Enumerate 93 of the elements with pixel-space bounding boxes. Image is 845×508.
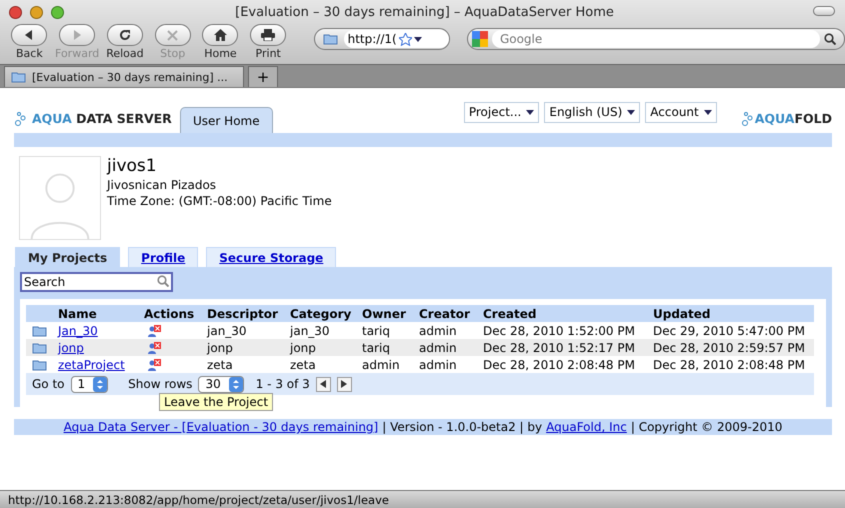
stop-icon	[167, 30, 178, 40]
table-cell-text: admin	[419, 324, 458, 338]
status-bar: http://10.168.2.213:8082/app/home/project/zeta/user/jivos1/leave	[0, 490, 845, 508]
brand-logo-text: AQUAFOLD	[754, 111, 832, 126]
print-button[interactable]: Print	[246, 24, 291, 60]
column-header: Created	[483, 306, 538, 320]
page-range: 1 - 3 of 3	[256, 377, 310, 391]
table-cell-text: admin	[419, 340, 458, 354]
column-header: Descriptor	[207, 306, 279, 320]
column-header: Owner	[362, 306, 407, 320]
person-remove-icon[interactable]	[148, 324, 161, 336]
page-select[interactable]: 1	[70, 376, 108, 392]
app-link[interactable]: Aqua Data Server - [Evaluation - 30 days remaining]	[64, 420, 378, 434]
table-cell-text: jonp	[207, 340, 234, 354]
menu-dropdown[interactable]: Account	[645, 102, 717, 122]
person-remove-icon[interactable]	[148, 358, 161, 370]
home-button[interactable]: Home	[198, 24, 243, 60]
logo-text: AQUA DATA SERVER	[32, 111, 172, 126]
tab[interactable]: My Projects	[15, 247, 120, 267]
window-title: [Evaluation – 30 days remaining] – AquaDataServer Home	[235, 4, 615, 20]
column-header: Updated	[653, 306, 712, 320]
table-cell-text: Dec 28, 2010 2:08:48 PM	[483, 358, 636, 372]
new-tab-button[interactable]: +	[248, 66, 278, 87]
bubbles-icon	[14, 112, 28, 126]
table-cell-text: tariq	[362, 324, 391, 338]
table-cell-text: jonp	[290, 340, 317, 354]
search-icon	[157, 275, 169, 287]
caret-icon	[526, 110, 534, 114]
back-button[interactable]: Back	[7, 24, 52, 60]
project-link[interactable]: zetaProject	[58, 358, 125, 372]
rows-select[interactable]: 30	[198, 376, 244, 392]
reload-button[interactable]: Reload	[102, 24, 148, 60]
table-cell-text: zeta	[290, 358, 317, 372]
stepper-icon[interactable]	[93, 376, 108, 392]
version-text: | Version - 1.0.0-beta2 | by	[382, 420, 542, 434]
folder-icon	[11, 71, 26, 83]
tab[interactable]: Secure Storage	[206, 247, 336, 267]
right-triangle-icon	[341, 380, 348, 388]
table-cell-text: Dec 28, 2010 2:08:48 PM	[653, 358, 806, 372]
username: jivos1	[107, 156, 158, 176]
column-header: Actions	[144, 306, 196, 320]
reload-icon	[118, 29, 131, 41]
stepper-icon[interactable]	[228, 376, 243, 392]
table-cell-text: Dec 29, 2010 5:47:00 PM	[653, 324, 806, 338]
project-link[interactable]: Jan_30	[58, 324, 98, 338]
table-cell-text: jan_30	[290, 324, 331, 338]
column-header: Category	[290, 306, 352, 320]
table-cell-text: admin	[419, 358, 458, 372]
project-link[interactable]: jonp	[58, 340, 84, 354]
folder-icon	[32, 324, 47, 336]
copyright-text: | Copyright © 2009-2010	[630, 420, 782, 434]
tab[interactable]: Profile	[128, 247, 198, 267]
table-cell-text: admin	[362, 358, 401, 372]
nav-tab[interactable]: User Home	[180, 107, 273, 133]
table-cell-text: tariq	[362, 340, 391, 354]
goto-label: Go to	[32, 377, 65, 391]
zoom-button[interactable]	[51, 6, 64, 18]
table-cell-text: Dec 28, 2010 1:52:17 PM	[483, 340, 636, 354]
caret-icon	[627, 110, 636, 114]
table-cell-text: Dec 28, 2010 1:52:00 PM	[483, 324, 636, 338]
close-button[interactable]	[9, 6, 22, 18]
tooltip: Leave the Project	[159, 393, 274, 411]
folder-icon	[32, 342, 47, 354]
browser-tab[interactable]: [Evaluation – 30 days remaining] ...	[4, 66, 244, 87]
left-triangle-icon	[320, 380, 326, 388]
back-arrow-icon	[24, 30, 34, 40]
table-cell-text: zeta	[207, 358, 234, 372]
home-icon	[214, 29, 227, 41]
menu-dropdown[interactable]: Project...	[464, 102, 540, 122]
folder-icon	[32, 358, 47, 370]
caret-icon	[414, 36, 422, 42]
time-zone: Time Zone: (GMT:-08:00) Pacific Time	[107, 194, 332, 208]
search-field[interactable]: Search	[20, 272, 173, 292]
bubbles-icon	[740, 112, 755, 126]
toolbar-toggle-button[interactable]	[813, 6, 835, 16]
rows-label: Show rows	[128, 377, 192, 391]
previous-page-button[interactable]	[316, 376, 331, 392]
next-page-button[interactable]	[336, 376, 352, 392]
table-cell-text: Dec 28, 2010 2:59:57 PM	[653, 340, 806, 354]
caret-icon	[704, 110, 712, 114]
forward-arrow-icon	[72, 30, 82, 40]
menu-dropdown[interactable]: English (US)	[544, 102, 640, 122]
folder-icon	[322, 33, 338, 45]
column-header: Name	[58, 306, 98, 320]
company-link[interactable]: AquaFold, Inc	[546, 420, 627, 434]
star-icon	[398, 32, 412, 46]
column-header: Creator	[419, 306, 471, 320]
person-remove-icon[interactable]	[148, 342, 161, 354]
printer-icon	[261, 29, 276, 41]
full-name: Jivosnican Pizados	[107, 178, 218, 192]
table-cell-text: jan_30	[207, 324, 248, 338]
address-bar[interactable]: http://1(	[314, 28, 450, 50]
minimize-button[interactable]	[30, 6, 43, 18]
